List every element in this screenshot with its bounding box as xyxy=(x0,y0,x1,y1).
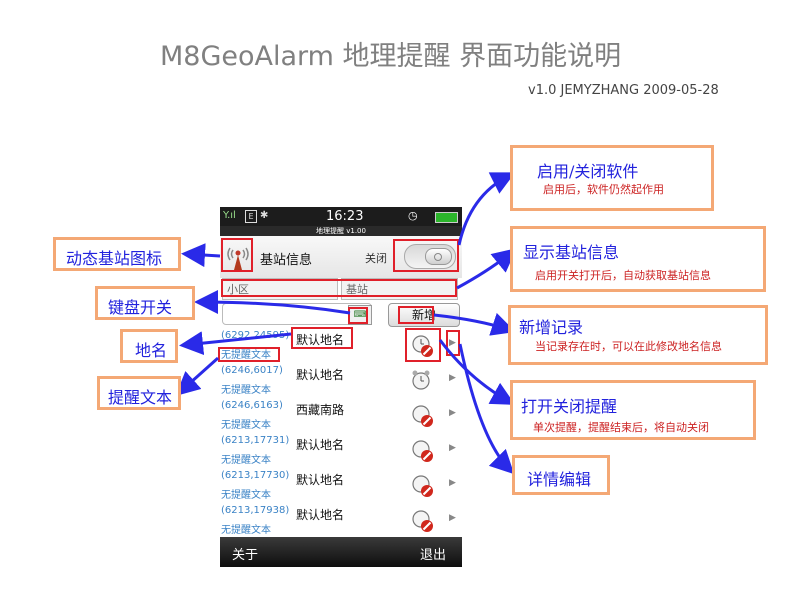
callout-title: 显示基站信息 xyxy=(523,243,620,262)
callout-remind-text: 提醒文本 xyxy=(97,376,181,410)
callout-cell-info: 显示基站信息 启用开关打开后，自动获取基站信息 xyxy=(510,226,766,292)
arrow-detail xyxy=(458,343,515,475)
callout-tower-icon: 动态基站图标 xyxy=(53,237,181,271)
arrow-tower xyxy=(181,243,221,268)
callout-place-name: 地名 xyxy=(120,329,178,363)
callout-title: 地名 xyxy=(135,341,168,360)
callout-title: 动态基站图标 xyxy=(66,249,163,268)
callout-enable: 启用/关闭软件 启用后，软件仍然起作用 xyxy=(510,145,714,211)
callout-title: 详情编辑 xyxy=(527,470,592,489)
arrow-keyboard xyxy=(194,290,351,315)
callout-desc: 单次提醒，提醒结束后，将自动关闭 xyxy=(533,421,709,434)
callout-title: 提醒文本 xyxy=(108,388,173,407)
callout-title: 键盘开关 xyxy=(108,298,173,317)
callout-desc: 启用开关打开后，自动获取基站信息 xyxy=(535,269,711,282)
arrow-remind xyxy=(175,356,220,397)
callout-title: 打开关闭提醒 xyxy=(521,397,618,416)
callout-desc: 当记录存在时，可以在此修改地名信息 xyxy=(535,340,722,353)
callout-title: 新增记录 xyxy=(519,318,584,337)
callout-desc: 启用后，软件仍然起作用 xyxy=(543,183,664,196)
arrow-add xyxy=(433,312,516,336)
callout-title: 启用/关闭软件 xyxy=(537,162,639,181)
arrow-toggle xyxy=(457,172,516,246)
callout-add-record: 新增记录 当记录存在时，可以在此修改地名信息 xyxy=(508,305,768,365)
arrow-name xyxy=(179,331,292,356)
arrow-fields xyxy=(456,248,517,290)
callout-alarm-toggle: 打开关闭提醒 单次提醒，提醒结束后，将自动关闭 xyxy=(510,380,756,440)
arrow-alarm xyxy=(438,339,516,405)
callout-detail-edit: 详情编辑 xyxy=(512,455,610,495)
callout-keyboard: 键盘开关 xyxy=(95,286,195,320)
